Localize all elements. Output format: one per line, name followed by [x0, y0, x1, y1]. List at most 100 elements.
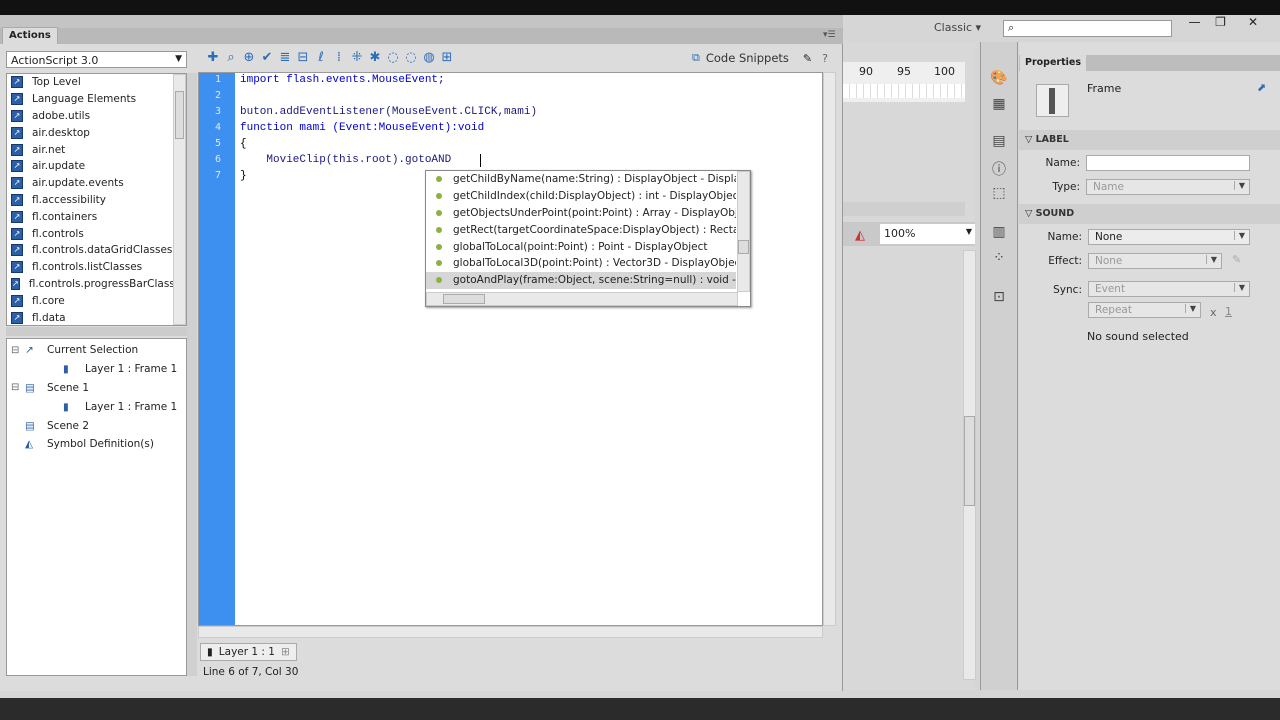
- debug-icon[interactable]: ℓ: [312, 50, 330, 65]
- code-line[interactable]: function mami (Event:MouseEvent):void: [240, 122, 484, 134]
- toolbox-item[interactable]: ↗ air.desktop: [7, 124, 186, 141]
- comment-block-icon[interactable]: ◌: [384, 50, 402, 65]
- close-button[interactable]: ✕: [1233, 15, 1273, 35]
- tab-actions[interactable]: Actions: [2, 27, 58, 44]
- transform-icon[interactable]: ⬚: [990, 185, 1008, 203]
- code-hint-item[interactable]: getRect(targetCoordinateSpace:DisplayObj…: [426, 221, 736, 238]
- repeat-count[interactable]: 1: [1225, 305, 1232, 318]
- motion-presets-icon[interactable]: ⊡: [990, 289, 1008, 307]
- toolbox-item[interactable]: ↗ fl.data: [7, 309, 186, 325]
- sound-section-header[interactable]: ▽ SOUND: [1019, 204, 1280, 224]
- editor-hscrollbar[interactable]: [198, 626, 823, 638]
- script-nav-item[interactable]: ⊟ ▤ Scene 1: [7, 379, 186, 398]
- frame-name-input[interactable]: [1086, 155, 1250, 171]
- code-snippets-label: Code Snippets: [705, 51, 789, 65]
- expand-icon[interactable]: ⊟: [11, 382, 25, 393]
- toolbox-item[interactable]: ↗ fl.controls: [7, 225, 186, 242]
- label-section-header[interactable]: ▽ LABEL: [1019, 130, 1280, 150]
- pin-icon[interactable]: ⊞: [281, 646, 290, 658]
- script-nav-item[interactable]: ▮ Layer 1 : Frame 1: [7, 397, 186, 416]
- expand-icon[interactable]: ⊟: [11, 345, 25, 356]
- add-statement-icon[interactable]: ✚: [204, 50, 222, 65]
- code-line[interactable]: buton.addEventListener(MouseEvent.CLICK,…: [240, 106, 537, 118]
- toolbox-item[interactable]: ↗ Language Elements: [7, 91, 186, 108]
- panel-menu-icon[interactable]: ▾☰: [823, 30, 836, 40]
- tab-properties[interactable]: Properties: [1020, 55, 1086, 71]
- toolbox-scrollbar[interactable]: [173, 74, 186, 325]
- toolbox-item[interactable]: ↗ fl.containers: [7, 208, 186, 225]
- pane-divider[interactable]: [187, 73, 197, 676]
- code-line[interactable]: import flash.events.MouseEvent;: [240, 74, 445, 86]
- script-nav-item[interactable]: ◭ Symbol Definition(s): [7, 435, 186, 454]
- library-icon[interactable]: ▥: [990, 224, 1008, 242]
- popup-hscrollbar[interactable]: [426, 292, 738, 306]
- toolbox-item[interactable]: ↗ fl.core: [7, 292, 186, 309]
- panel-header[interactable]: [0, 15, 843, 28]
- toolbox-item[interactable]: ↗ air.update.events: [7, 175, 186, 192]
- code-hint-item[interactable]: gotoAndPlay(frame:Object, scene:String=n…: [426, 271, 736, 289]
- script-tab-label: Layer 1 : 1: [218, 646, 275, 658]
- sync-select[interactable]: Event ▼: [1088, 281, 1250, 297]
- script-nav-item[interactable]: ⊟ ↗ Current Selection: [7, 341, 186, 360]
- script-editor[interactable]: 1 2 3 4 5 6 7 import flash.events.MouseEvent; b…: [198, 72, 823, 626]
- color-icon[interactable]: 🎨: [990, 70, 1008, 88]
- toolbox-item[interactable]: ↗ air.update: [7, 158, 186, 175]
- script-nav-item[interactable]: ▮ Layer 1 : Frame 1: [7, 360, 186, 379]
- minimize-button[interactable]: —: [1181, 15, 1208, 35]
- label-type-select[interactable]: Name ▼: [1086, 179, 1250, 195]
- help-icon[interactable]: ?: [822, 52, 828, 65]
- wand-icon[interactable]: ✎: [803, 52, 812, 65]
- uncomment-icon[interactable]: ◍: [420, 50, 438, 65]
- find-icon[interactable]: ⌕: [222, 50, 240, 65]
- toolbox-item[interactable]: ↗ adobe.utils: [7, 108, 186, 125]
- timeline-hscrollbar[interactable]: [843, 202, 965, 216]
- help-search-input[interactable]: ⌕: [1003, 20, 1172, 37]
- code-line[interactable]: MovieClip(this.root).gotoAND: [240, 154, 451, 166]
- code-line[interactable]: }: [240, 170, 247, 182]
- code-hint-item[interactable]: getChildByName(name:String) : DisplayObj…: [426, 171, 736, 188]
- language-select[interactable]: ActionScript 3.0 ▼: [6, 51, 187, 68]
- script-navigator: ⊟ ↗ Current Selection ▮ Layer 1 : Frame 1 ⊟ ▤ S…: [6, 338, 187, 676]
- expand-all-icon[interactable]: ✱: [366, 50, 384, 65]
- code-hint-item[interactable]: globalToLocal3D(point:Point) : Vector3D …: [426, 255, 736, 272]
- script-nav-item[interactable]: ▤ Scene 2: [7, 416, 186, 435]
- repeat-select[interactable]: Repeat ▼: [1088, 302, 1201, 318]
- splitter[interactable]: [6, 327, 187, 336]
- frame-cells[interactable]: [843, 84, 965, 98]
- swatches-icon[interactable]: ▦: [990, 96, 1008, 114]
- align-icon[interactable]: ▤: [990, 133, 1008, 151]
- script-tab[interactable]: ▮ Layer 1 : 1 ⊞: [200, 643, 297, 661]
- toolbox-item[interactable]: ↗ fl.controls.dataGridClasses: [7, 242, 186, 259]
- code-hint-item[interactable]: getChildIndex(child:DisplayObject) : int…: [426, 188, 736, 205]
- code-hint-item[interactable]: globalToLocal(point:Point) : Point - Dis…: [426, 238, 736, 255]
- check-syntax-icon[interactable]: ✔: [258, 50, 276, 65]
- toolbox-item[interactable]: ↗ Top Level: [7, 74, 186, 91]
- workspace-switcher[interactable]: Classic ▾: [934, 21, 981, 34]
- code-hint-icon[interactable]: ⊟: [294, 50, 312, 65]
- help-link-icon[interactable]: ⬈: [1257, 81, 1266, 94]
- popup-vscrollbar[interactable]: [737, 171, 750, 292]
- info-icon[interactable]: ⓘ: [990, 159, 1008, 178]
- zoom-select[interactable]: 100% ▼: [880, 224, 975, 244]
- collapse-selection-icon[interactable]: ⁜: [348, 50, 366, 65]
- collapse-braces-icon[interactable]: ⁞: [330, 50, 348, 65]
- sound-name-select[interactable]: None ▼: [1088, 229, 1250, 245]
- restore-button[interactable]: ❐: [1208, 15, 1233, 35]
- toolbox-item[interactable]: ↗ fl.controls.listClasses: [7, 259, 186, 276]
- code-line[interactable]: {: [240, 138, 247, 150]
- toolbox-item[interactable]: ↗ fl.controls.progressBarClasses: [7, 276, 186, 293]
- components-icon[interactable]: ⁘: [990, 250, 1008, 268]
- editor-vscrollbar[interactable]: [823, 72, 836, 626]
- toolbox-item[interactable]: ↗ air.net: [7, 141, 186, 158]
- code-snippets-button[interactable]: ⧉ Code Snippets ✎ ?: [692, 51, 828, 65]
- auto-format-icon[interactable]: ≣: [276, 50, 294, 65]
- comment-line-icon[interactable]: ◌: [402, 50, 420, 65]
- stage-vscrollbar[interactable]: [963, 250, 976, 680]
- edit-envelope-icon[interactable]: ✎: [1232, 253, 1241, 266]
- edit-symbols-icon[interactable]: ◭: [855, 228, 865, 243]
- toolbox-item[interactable]: ↗ fl.accessibility: [7, 192, 186, 209]
- effect-select[interactable]: None ▼: [1088, 253, 1222, 269]
- target-path-icon[interactable]: ⊕: [240, 50, 258, 65]
- show-toolbox-icon[interactable]: ⊞: [438, 50, 456, 65]
- code-hint-item[interactable]: getObjectsUnderPoint(point:Point) : Arra…: [426, 205, 736, 222]
